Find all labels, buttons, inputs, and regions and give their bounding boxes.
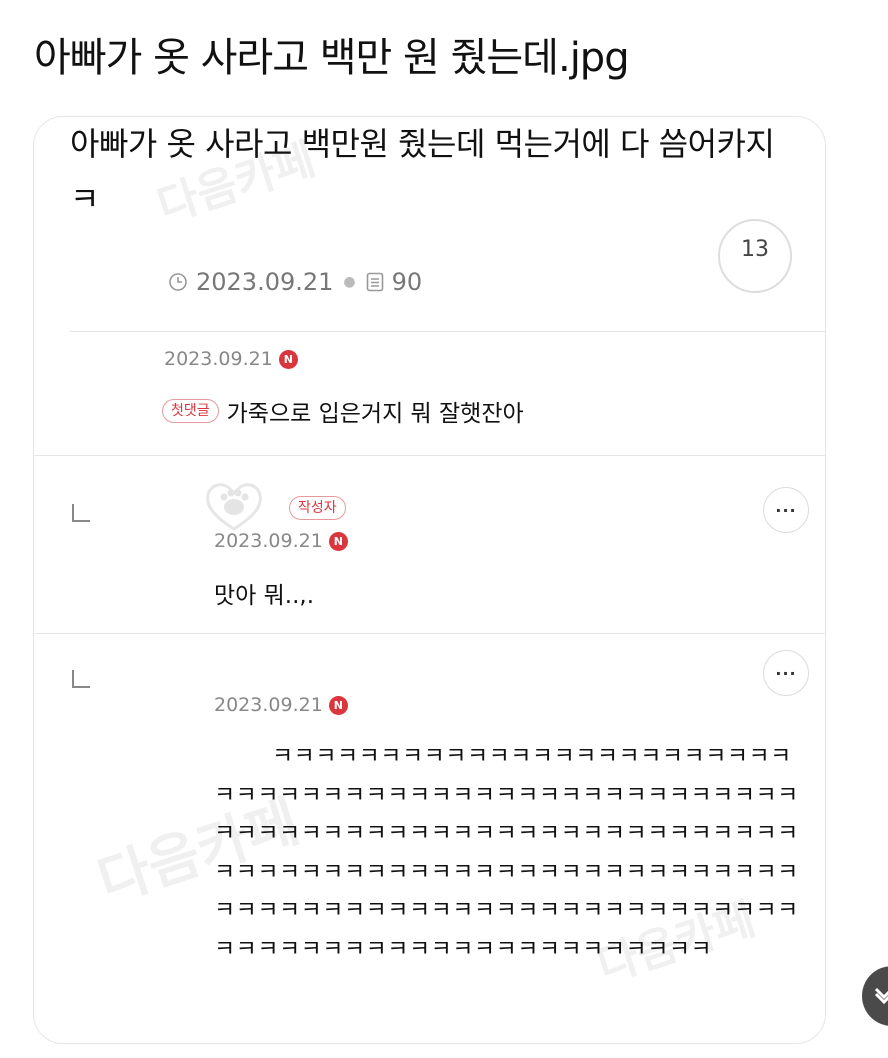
- post-card: 다음카페 다음카페 다음카페 아빠가 옷 사라고 백만원 줬는데 먹는거에 다 …: [33, 116, 826, 1044]
- comment-text: 가죽으로 입은거지 뭐 잘햇잔아: [226, 401, 524, 427]
- more-options-button[interactable]: ···: [763, 487, 809, 533]
- author-tag: 작성자: [289, 496, 346, 520]
- separator-dot: ●: [343, 274, 356, 290]
- views-icon: [366, 272, 384, 292]
- new-badge: N: [328, 531, 348, 551]
- divider: [34, 633, 825, 634]
- comment-text: 맛아 뭐..,.: [214, 583, 315, 609]
- post-title: 아빠가 옷 사라고 백만원 줬는데 먹는거에 다 씀어카지 ㅋ: [70, 125, 775, 218]
- new-badge: N: [278, 349, 298, 369]
- first-comment-tag: 첫댓글: [162, 399, 219, 423]
- clock-icon: [168, 272, 188, 292]
- reply-indicator-icon: [72, 670, 90, 688]
- more-options-button[interactable]: ···: [763, 650, 809, 696]
- comment-date: 2023.09.21 N: [214, 530, 348, 552]
- comment-text: ㅋㅋㅋㅋㅋㅋㅋㅋㅋㅋㅋㅋㅋㅋㅋㅋㅋㅋㅋㅋㅋㅋㅋㅋㅋㅋㅋㅋㅋㅋㅋㅋㅋㅋㅋㅋㅋㅋㅋㅋ…: [214, 743, 799, 962]
- scroll-button[interactable]: [862, 966, 888, 1026]
- divider: [34, 455, 825, 456]
- page-title: 아빠가 옷 사라고 백만 원 줬는데.jpg: [34, 35, 630, 81]
- chevron-down-icon: [872, 982, 888, 1010]
- post-meta: 2023.09.21 ● 90: [168, 267, 422, 297]
- divider: [70, 331, 825, 332]
- comment-date: 2023.09.21 N: [164, 348, 298, 370]
- reply-indicator-icon: [72, 504, 90, 522]
- post-date: 2023.09.21: [196, 268, 334, 296]
- comment-body: 첫댓글 가죽으로 입은거지 뭐 잘햇잔아: [162, 394, 524, 428]
- post-views: 90: [391, 268, 423, 296]
- comment-date: 2023.09.21 N: [214, 694, 348, 716]
- comment-count: 13: [741, 237, 769, 262]
- avatar: [202, 477, 266, 537]
- comment-count-button[interactable]: 13: [718, 219, 792, 293]
- new-badge: N: [328, 695, 348, 715]
